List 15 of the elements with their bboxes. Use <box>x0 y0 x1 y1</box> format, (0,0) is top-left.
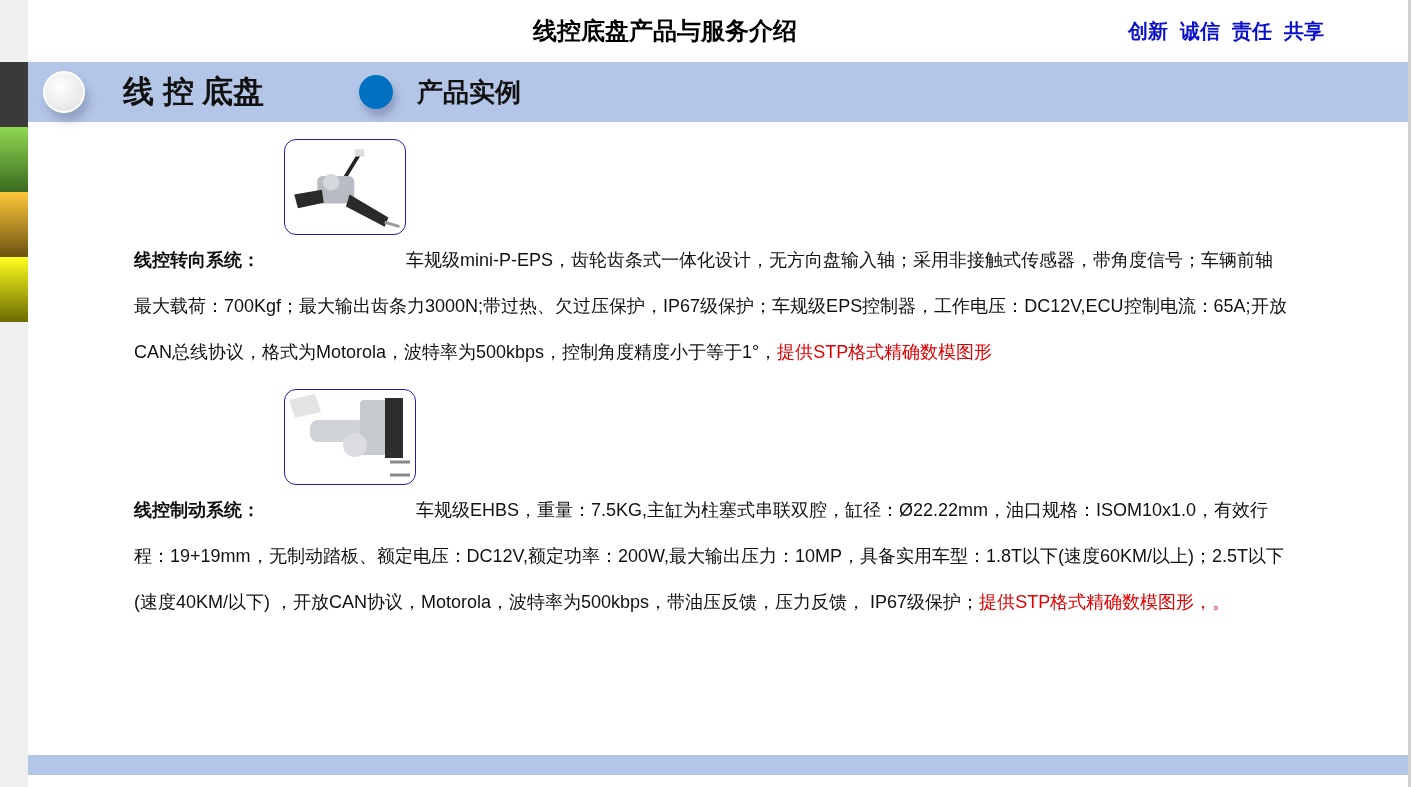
color-block <box>0 62 28 127</box>
slogan-text: 责任 <box>1232 18 1272 44</box>
slogan-text: 诚信 <box>1180 18 1220 44</box>
color-block <box>0 192 28 257</box>
circle-marker <box>43 71 85 113</box>
section-title: 线 控 底盘 <box>123 73 265 111</box>
subsection-title: 产品实例 <box>417 75 522 109</box>
color-block <box>0 127 28 192</box>
slogan-text: 共享 <box>1284 18 1324 44</box>
circle-marker <box>359 75 394 109</box>
paragraph: 线控转向系统： 车规级mini-P-EPS，齿轮齿条式一体化设计，无方向盘输入轴；采用非接触式传感器，带角度信号；车辆前轴最大载荷：700Kgf；最大输出齿条力3000N;带过热、欠过压保护，IP67级保护；车规级EPS控制器，工作电压：DC12V,ECU控制电流：65A;开放CAN总线协议，格式为Motorola，波特率为500kbps，控制角度精度小于等于1°，提供STP格式精确数模图形 <box>134 249 1288 364</box>
paragraph: 线控制动系统： 车规级EHBS，重量：7.5KG,主缸为柱塞式串联双腔，缸径：Ø22.22mm，油口规格：ISOM10x1.0，有效行程：19+19mm，无制动踏板、额定电压：DC12V,额定功率：200W,最大输出压力：10MP，具备实用车型：1.8T以下(速度60KM/以上)；2.5T以下 (速度40KM/以下) ，开放CAN协议，Motorola，波特率为500kbps，带油压反馈，压力反馈， IP67级保护；提供STP格式精确数模图形，。 <box>134 499 1285 614</box>
color-block <box>0 257 28 322</box>
slide-title: 线控底盘产品与服务介绍 <box>533 16 797 46</box>
slogan-text: 创新 <box>1128 18 1168 44</box>
